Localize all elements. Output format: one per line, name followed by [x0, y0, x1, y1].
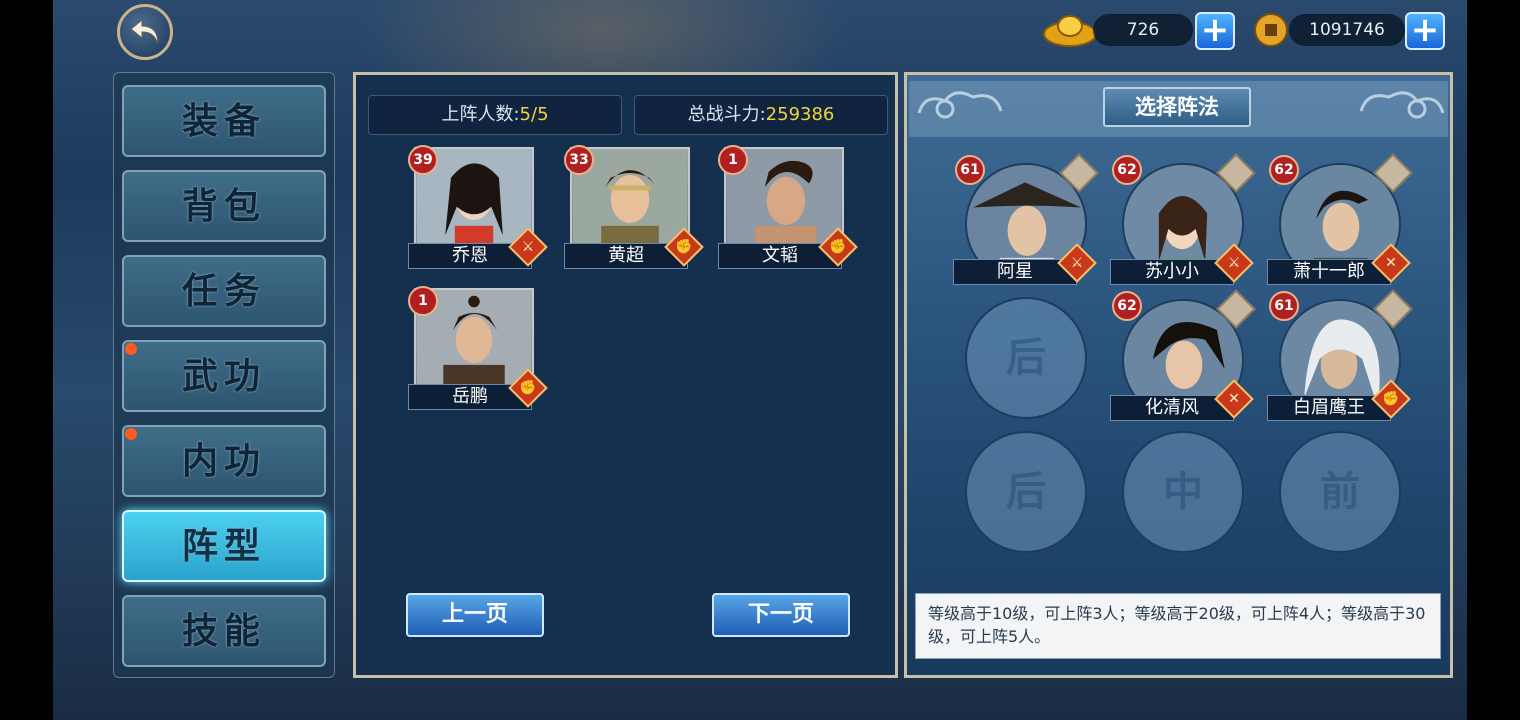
add-gold-ingot-button[interactable]: + — [1195, 12, 1235, 50]
hero-level-badge: 62 — [1112, 291, 1142, 321]
menu-item-quest[interactable]: 任务 — [122, 255, 326, 327]
formation-slot-back[interactable]: 后 — [965, 431, 1087, 553]
total-power-value: 259386 — [765, 104, 835, 125]
formation-rules-text: 等级高于10级，可上阵3人；等级高于20级，可上阵4人；等级高于30级，可上阵5… — [915, 593, 1441, 659]
hero-card[interactable]: 39 乔恩 ⚔ — [408, 145, 548, 271]
formation-hero[interactable]: 62 苏小小 ⚔ — [1110, 153, 1262, 295]
formation-slot-back[interactable]: 后 — [965, 297, 1087, 419]
hero-level-badge: 62 — [1269, 155, 1299, 185]
hero-level-badge: 1 — [408, 286, 438, 316]
cloud-ornament-icon — [917, 91, 1003, 119]
hero-level-badge: 61 — [955, 155, 985, 185]
formation-hero[interactable]: 62 化清风 ✕ — [1110, 289, 1262, 431]
formation-slot-front[interactable]: 前 — [1279, 431, 1401, 553]
hero-level-badge: 39 — [408, 145, 438, 175]
menu-item-formation[interactable]: 阵型 — [122, 510, 326, 582]
total-power-label: 总战斗力: — [687, 104, 766, 125]
notification-dot — [125, 343, 137, 355]
back-arrow-icon — [130, 18, 159, 45]
menu-item-equipment[interactable]: 装备 — [122, 85, 326, 157]
gold-ingot-currency: 726 + — [1043, 12, 1243, 50]
coin-icon — [1254, 13, 1288, 47]
total-power: 总战斗力:259386 — [634, 95, 888, 135]
prev-page-button[interactable]: 上一页 — [406, 593, 544, 637]
sidebar-menu: 装备 背包 任务 武功 内功 阵型 技能 — [113, 72, 335, 678]
hero-card[interactable]: 33 黄超 ✊ — [564, 145, 704, 271]
deploy-count: 上阵人数:5/5 — [368, 95, 622, 135]
hero-level-badge: 61 — [1269, 291, 1299, 321]
gold-ingot-icon — [1043, 15, 1097, 47]
select-formation-button[interactable]: 选择阵法 — [1103, 87, 1251, 127]
deploy-count-value: 5/5 — [519, 104, 549, 125]
menu-label: 内功 — [181, 440, 266, 482]
hero-level-badge: 62 — [1112, 155, 1142, 185]
hero-level-badge: 1 — [718, 145, 748, 175]
hero-roster-panel: 上阵人数:5/5 总战斗力:259386 39 乔恩 ⚔ 33 黄超 ✊ 1 文… — [353, 72, 898, 678]
hero-card[interactable]: 1 岳鹏 ✊ — [408, 286, 548, 412]
gold-ingot-amount: 726 — [1093, 14, 1193, 46]
menu-item-martial-arts[interactable]: 武功 — [122, 340, 326, 412]
menu-item-skills[interactable]: 技能 — [122, 595, 326, 667]
menu-item-backpack[interactable]: 背包 — [122, 170, 326, 242]
formation-hero[interactable]: 61 阿星 ⚔ — [953, 153, 1105, 295]
menu-label: 装备 — [181, 100, 266, 142]
notification-dot — [125, 428, 137, 440]
formation-slot-middle[interactable]: 中 — [1122, 431, 1244, 553]
formation-hero[interactable]: 61 白眉鹰王 ✊ — [1267, 289, 1419, 431]
game-screen: 726 + 1091746 + 装备 背包 任务 武功 内功 阵型 技能 上阵人… — [53, 0, 1467, 720]
add-copper-coin-button[interactable]: + — [1405, 12, 1445, 50]
hero-card[interactable]: 1 文韬 ✊ — [718, 145, 858, 271]
menu-label: 背包 — [181, 185, 266, 227]
menu-label: 阵型 — [181, 525, 266, 567]
next-page-button[interactable]: 下一页 — [712, 593, 850, 637]
menu-item-inner-power[interactable]: 内功 — [122, 425, 326, 497]
formation-panel: 选择阵法 61 阿星 ⚔ 62 苏小小 ⚔ 62 萧十一郎 ✕ 后 62 化清风… — [904, 72, 1453, 678]
copper-coin-currency: 1091746 + — [1253, 12, 1453, 50]
menu-label: 技能 — [181, 610, 266, 652]
formation-hero[interactable]: 62 萧十一郎 ✕ — [1267, 153, 1419, 295]
menu-label: 武功 — [181, 355, 266, 397]
back-button[interactable] — [117, 4, 173, 60]
deploy-count-label: 上阵人数: — [441, 104, 520, 125]
cloud-ornament-icon — [1359, 91, 1445, 119]
copper-coin-amount: 1091746 — [1289, 14, 1405, 46]
hero-level-badge: 33 — [564, 145, 594, 175]
menu-label: 任务 — [181, 270, 266, 312]
